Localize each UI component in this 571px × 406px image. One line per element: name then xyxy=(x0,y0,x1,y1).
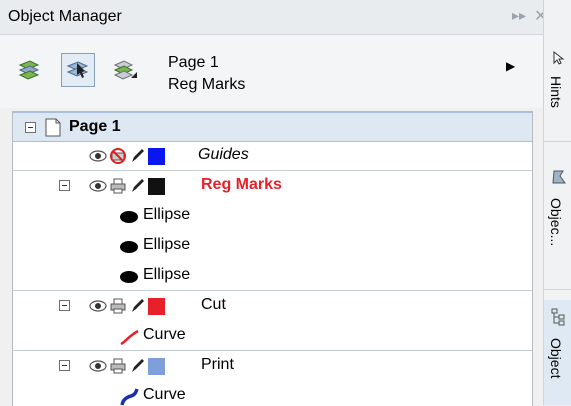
tab-hints[interactable]: Hints xyxy=(544,42,571,142)
tab-object-manager[interactable]: Object xyxy=(544,300,571,405)
layer-label-active: Reg Marks xyxy=(201,176,282,193)
pencil-icon[interactable] xyxy=(129,357,145,375)
layer-label: Cut xyxy=(201,296,226,313)
object-label: Curve xyxy=(143,326,186,343)
edit-across-layers-icon xyxy=(66,61,89,78)
ellipse-icon xyxy=(120,241,138,253)
edit-across-layers-button[interactable] xyxy=(61,53,95,87)
layer-color-swatch[interactable] xyxy=(148,358,165,375)
object-label: Curve xyxy=(143,386,186,403)
layer-color-swatch[interactable] xyxy=(148,298,165,315)
current-layer-label: Reg Marks xyxy=(168,76,246,93)
object-label: Ellipse xyxy=(143,266,191,283)
tree-row-layer-cut[interactable]: Cut xyxy=(13,291,532,321)
printer-icon[interactable] xyxy=(109,177,127,195)
curve-icon xyxy=(120,388,139,406)
current-page-label: Page 1 xyxy=(168,54,219,71)
panel-titlebar: Object Manager ▸▸ ✕ xyxy=(0,0,547,35)
layer-label: Guides xyxy=(198,146,249,163)
curve-icon xyxy=(120,329,139,346)
collapse-layer-icon[interactable] xyxy=(59,360,70,371)
page-icon xyxy=(45,118,61,137)
object-tree: Page 1 Guides Reg Marks Ellipse Ellipse … xyxy=(12,111,533,406)
layer-color-swatch[interactable] xyxy=(148,148,165,165)
object-properties-icon xyxy=(552,170,566,184)
page-label: Page 1 xyxy=(69,118,121,135)
tree-row-object[interactable]: Ellipse xyxy=(13,261,532,291)
collapse-layer-icon[interactable] xyxy=(59,300,70,311)
pencil-icon[interactable] xyxy=(129,147,145,165)
pencil-icon[interactable] xyxy=(129,297,145,315)
tree-row-layer-reg-marks[interactable]: Reg Marks xyxy=(13,171,532,201)
ellipse-icon xyxy=(120,271,138,283)
printer-icon[interactable] xyxy=(109,357,127,375)
tab-label: Objec... xyxy=(548,198,564,247)
tree-row-page[interactable]: Page 1 xyxy=(13,112,532,142)
docker-tab-strip: Hints Objec... Object xyxy=(543,0,571,405)
pin-icon[interactable]: ▸▸ xyxy=(512,7,526,24)
layer-color-swatch[interactable] xyxy=(148,178,165,195)
tree-row-layer-guides[interactable]: Guides xyxy=(13,141,532,171)
tree-row-object[interactable]: Curve xyxy=(13,381,532,406)
show-object-properties-button[interactable] xyxy=(12,53,46,87)
tree-row-layer-print[interactable]: Print xyxy=(13,351,532,381)
flyout-arrow-icon[interactable]: ▶ xyxy=(506,59,515,73)
object-label: Ellipse xyxy=(143,236,191,253)
eye-icon[interactable] xyxy=(89,150,107,162)
tree-row-object[interactable]: Ellipse xyxy=(13,231,532,261)
eye-icon[interactable] xyxy=(89,300,107,312)
hints-icon xyxy=(553,50,565,65)
pencil-icon[interactable] xyxy=(129,177,145,195)
tab-label: Hints xyxy=(548,76,564,108)
ellipse-icon xyxy=(120,211,138,223)
object-label: Ellipse xyxy=(143,206,191,223)
tab-object-properties[interactable]: Objec... xyxy=(544,162,571,290)
tree-row-object[interactable]: Ellipse xyxy=(13,201,532,231)
show-object-properties-icon xyxy=(18,60,40,80)
object-manager-icon xyxy=(551,308,565,326)
tab-label: Object xyxy=(548,338,564,379)
layer-manager-view-button[interactable] xyxy=(108,53,142,87)
current-page-layer-info: Page 1 Reg Marks xyxy=(168,52,245,96)
printer-icon[interactable] xyxy=(109,297,127,315)
layer-manager-view-icon xyxy=(113,60,137,80)
panel-title: Object Manager xyxy=(8,8,122,25)
eye-icon[interactable] xyxy=(89,360,107,372)
collapse-layer-icon[interactable] xyxy=(59,180,70,191)
collapse-page-icon[interactable] xyxy=(25,122,36,133)
tree-row-object[interactable]: Curve xyxy=(13,321,532,351)
layer-label: Print xyxy=(201,356,234,373)
object-manager-toolbar: Page 1 Reg Marks ▶ xyxy=(0,35,543,108)
eye-icon[interactable] xyxy=(89,180,107,192)
print-disabled-icon[interactable] xyxy=(109,147,127,165)
